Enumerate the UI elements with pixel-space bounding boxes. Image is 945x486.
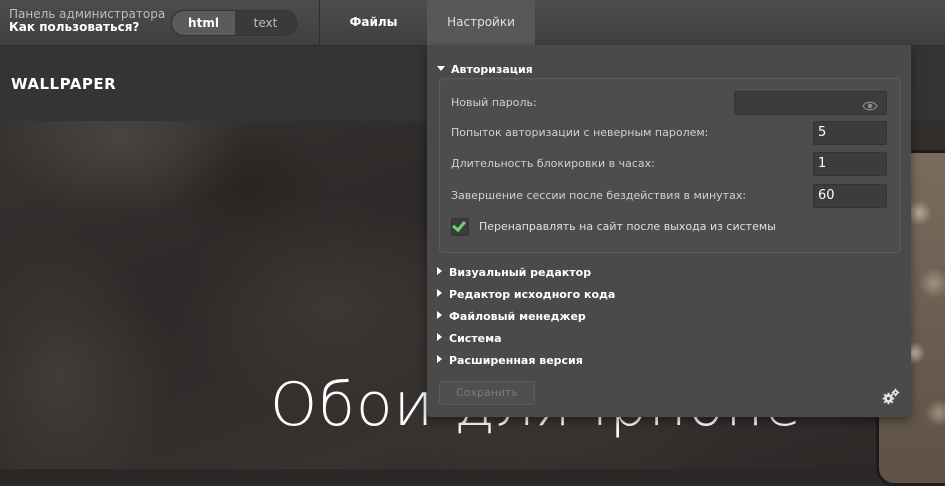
admin-topbar: Панель администратора Как пользоваться? … [0,0,945,46]
triangle-right-icon [437,333,442,341]
section-extended[interactable]: Расширенная версия [437,354,583,367]
triangle-right-icon [437,267,442,275]
section-file-manager[interactable]: Файловый менеджер [437,310,586,323]
session-timeout-label: Завершение сессии после бездействия в ми… [451,189,747,202]
section-system-label: Система [449,332,502,345]
nav-settings-tab[interactable]: Настройки [427,0,535,45]
nav-files-tab[interactable]: Файлы [320,0,427,45]
section-file-manager-label: Файловый менеджер [449,310,586,323]
section-system[interactable]: Система [437,332,502,345]
section-extended-label: Расширенная версия [449,354,583,367]
lock-hours-field[interactable]: 1 [813,152,887,176]
site-logo: WALLPAPER [11,75,117,93]
session-timeout-field[interactable]: 60 [813,184,887,208]
triangle-right-icon [437,289,442,297]
section-auth-label: Авторизация [451,63,533,76]
mode-toggle: html text [171,10,297,36]
lock-hours-label: Длительность блокировки в часах: [451,157,655,170]
mode-html-button[interactable]: html [172,11,235,35]
section-visual-editor-label: Визуальный редактор [449,266,592,279]
gears-icon[interactable] [882,388,900,406]
help-link[interactable]: Как пользоваться? [9,21,139,34]
save-button[interactable]: Сохранить [439,381,535,405]
redirect-checkbox[interactable] [451,217,469,236]
redirect-label: Перенаправлять на сайт после выхода из с… [479,220,776,233]
triangle-right-icon [437,355,442,363]
section-visual-editor[interactable]: Визуальный редактор [437,266,591,279]
mode-text-button[interactable]: text [235,11,296,35]
section-auth-header[interactable]: Авторизация [437,63,533,76]
settings-panel: Авторизация Новый пароль: Попыток автори… [427,45,911,417]
triangle-down-icon [437,66,445,71]
eye-icon[interactable] [862,97,878,111]
new-password-label: Новый пароль: [451,96,537,109]
attempts-field[interactable]: 5 [813,121,887,145]
check-icon [452,217,466,233]
attempts-label: Попыток авторизации с неверным паролем: [451,126,709,139]
section-source-editor-label: Редактор исходного кода [449,288,616,301]
triangle-right-icon [437,311,442,319]
section-source-editor[interactable]: Редактор исходного кода [437,288,615,301]
